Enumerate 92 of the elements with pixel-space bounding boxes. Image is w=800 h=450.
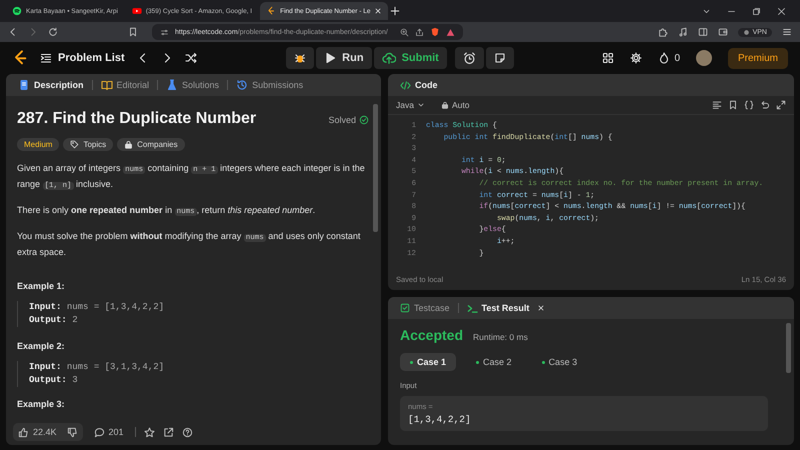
history-icon: [236, 79, 248, 91]
external-link-icon[interactable]: [162, 426, 174, 438]
panel-title: Code: [396, 80, 442, 90]
sidebar-icon[interactable]: [698, 27, 708, 37]
topic-tag[interactable]: Companies: [117, 138, 185, 151]
premium-button[interactable]: Premium: [728, 48, 788, 68]
run-button[interactable]: Run: [316, 47, 372, 69]
example-heading: Example 2:: [17, 341, 66, 351]
scrollbar[interactable]: [786, 323, 791, 373]
music-app-icon: [12, 6, 22, 16]
lock-icon: [440, 101, 449, 109]
align-left-icon[interactable]: [712, 100, 722, 110]
case-tab[interactable]: Case 1: [400, 353, 456, 371]
avatar[interactable]: [696, 50, 712, 66]
wallet-icon[interactable]: [718, 27, 728, 37]
expand-icon[interactable]: [776, 100, 786, 110]
note-icon: [494, 52, 506, 64]
case-tab[interactable]: Case 2: [466, 353, 522, 371]
undo-icon[interactable]: [760, 100, 770, 110]
chevron-down-icon: [416, 101, 425, 109]
site-logo-icon: [266, 6, 276, 16]
thumbs-down-icon: [66, 426, 78, 438]
terminal-icon: [466, 302, 478, 314]
panel-tab[interactable]: Test Result: [462, 302, 534, 314]
bug-icon: [294, 52, 306, 64]
panel-tab[interactable]: Solutions: [162, 79, 224, 91]
alarm-clock-icon: [462, 52, 476, 64]
triangle-icon[interactable]: [446, 28, 455, 36]
reload-icon[interactable]: [48, 27, 58, 37]
check-circle-icon: [359, 115, 369, 125]
mode-button[interactable]: Auto: [440, 100, 470, 110]
solved-status: Solved: [328, 115, 356, 125]
panel-tab[interactable]: Editorial: [96, 79, 154, 91]
difficulty-tag[interactable]: Medium: [17, 138, 60, 151]
layout-grid-icon[interactable]: [602, 52, 614, 64]
star-icon[interactable]: [144, 426, 155, 438]
timer-button[interactable]: [454, 47, 484, 69]
document-icon: [18, 79, 30, 91]
verdict: Accepted: [400, 327, 464, 343]
input-value: [1,3,4,2,2]: [408, 414, 472, 425]
book-icon: [100, 79, 113, 91]
notes-button[interactable]: [486, 47, 514, 69]
tune-icon: [160, 28, 169, 36]
problem-list-button[interactable]: Problem List: [40, 52, 125, 64]
example-input-text: Input: nums = [3,1,3,4,2]: [29, 361, 166, 374]
submit-button[interactable]: Submit: [374, 47, 447, 69]
list-icon: [40, 52, 52, 64]
topic-tag[interactable]: Topics: [63, 138, 114, 151]
panel-tab[interactable]: Testcase: [396, 303, 454, 313]
thumbs-up-icon: [18, 426, 29, 438]
plus-icon[interactable]: [390, 6, 400, 16]
close-icon[interactable]: [777, 6, 786, 16]
puzzle-icon[interactable]: [658, 27, 668, 37]
help-icon[interactable]: [182, 426, 193, 438]
music-note-icon[interactable]: [678, 27, 688, 37]
lion-shield-icon[interactable]: [430, 27, 440, 37]
runtime: Runtime: 0 ms: [473, 332, 528, 342]
zoom-icon[interactable]: [400, 28, 409, 36]
language-dropdown[interactable]: Java: [396, 100, 425, 110]
shuffle-icon[interactable]: [184, 52, 197, 64]
example-heading: Example 3:: [17, 399, 66, 409]
streak-counter[interactable]: 0: [658, 52, 680, 64]
restore-icon[interactable]: [752, 6, 761, 16]
scrollbar[interactable]: [373, 104, 378, 232]
braces-icon[interactable]: [744, 100, 754, 110]
code-icon: [400, 80, 411, 90]
speech-bubble-icon: [94, 426, 105, 438]
play-logo-icon: [132, 6, 142, 16]
panel-tab[interactable]: Submissions: [232, 79, 308, 91]
panel-tab[interactable]: Description: [14, 79, 88, 91]
problem-title: 287. Find the Duplicate Number: [17, 110, 256, 128]
site-logo-icon[interactable]: [12, 50, 28, 66]
example-output-text: Output: 3: [29, 374, 79, 387]
tag-icon: [70, 140, 80, 149]
close-icon[interactable]: [374, 7, 382, 15]
checkbox-icon: [400, 303, 410, 313]
example-heading: Example 1:: [17, 281, 66, 291]
bookmark-icon[interactable]: [728, 100, 738, 110]
lock-icon: [124, 140, 134, 149]
example-output-text: Output: 2: [29, 314, 79, 327]
bookmark-icon[interactable]: [128, 27, 138, 37]
debug-button[interactable]: [286, 47, 314, 69]
play-icon: [324, 52, 336, 64]
case-tab[interactable]: Case 3: [532, 353, 588, 371]
cloud-upload-icon: [382, 51, 396, 65]
close-icon[interactable]: [537, 304, 546, 312]
flask-icon: [166, 79, 178, 91]
settings-icon[interactable]: [630, 52, 642, 64]
share-icon[interactable]: [414, 28, 424, 36]
comments-button[interactable]: 201: [90, 426, 127, 438]
example-input-text: Input: nums = [1,3,4,2,2]: [29, 301, 166, 314]
menu-icon[interactable]: [782, 27, 792, 37]
